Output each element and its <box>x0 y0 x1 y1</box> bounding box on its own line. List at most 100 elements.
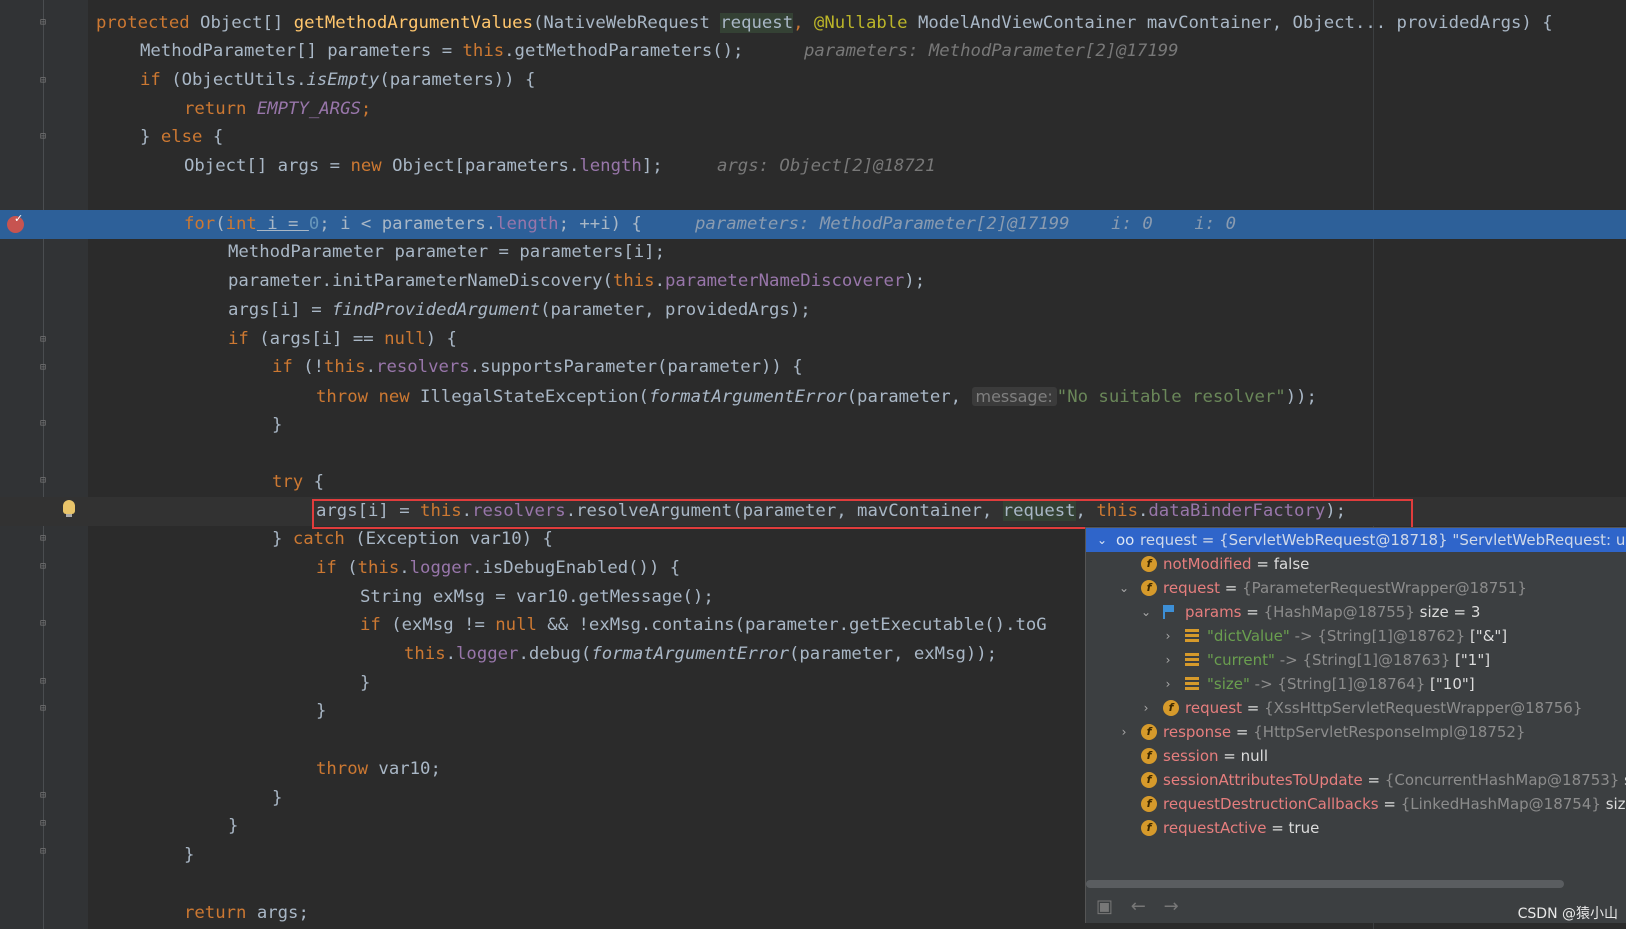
var-extra: ["1"] <box>1450 651 1491 669</box>
keyword: for <box>184 214 216 234</box>
keyword: null <box>495 615 537 635</box>
var-extra: size = 3 <box>1414 603 1481 621</box>
chevron-right-icon[interactable]: › <box>1162 672 1174 696</box>
popup-footer: ▣ ← → <box>1096 896 1179 917</box>
keyword: if <box>360 615 381 635</box>
tree-row[interactable]: › "size" -> {String[1]@18764} ["10"] <box>1086 672 1626 696</box>
code-line[interactable]: args[i] = findProvidedArgument(parameter… <box>0 296 1626 325</box>
code-text: } <box>272 788 283 808</box>
code-line[interactable]: MethodParameter[] parameters = this.getM… <box>0 37 1626 66</box>
tree-row[interactable]: › "current" -> {String[1]@18763} ["1"] <box>1086 648 1626 672</box>
code-line[interactable]: parameter.initParameterNameDiscovery(thi… <box>0 267 1626 296</box>
field: logger <box>456 644 519 664</box>
chevron-right-icon[interactable]: › <box>1140 696 1152 720</box>
code-line[interactable]: Object[] args = new Object[parameters.le… <box>0 152 1626 181</box>
code-text: { <box>303 472 325 492</box>
code-text: args; <box>246 903 309 923</box>
code-line[interactable]: try { <box>0 468 1626 497</box>
code-line[interactable]: } else { <box>0 123 1626 152</box>
breakpoint-icon[interactable]: ✓ <box>7 212 24 233</box>
chevron-down-icon[interactable]: ⌄ <box>1096 528 1108 552</box>
field: length <box>496 214 559 234</box>
code-line[interactable]: } <box>0 411 1626 440</box>
tree-row[interactable]: f requestActive = true <box>1086 816 1626 840</box>
var-value: {String[1]@18764} <box>1277 675 1426 693</box>
method-name: formatArgumentError <box>591 644 789 664</box>
keyword: if <box>140 70 161 90</box>
code-text: (args[i] == <box>248 329 385 349</box>
code-text: i = <box>256 214 309 234</box>
var-name: session <box>1163 747 1219 765</box>
keyword: new <box>350 156 382 176</box>
inline-debug-hint: parameters: MethodParameter[2]@17199 i: … <box>695 214 1237 234</box>
tree-row[interactable]: › f response = {HttpServletResponseImpl@18… <box>1086 720 1626 744</box>
code-text: ModelAndViewContainer mavContainer, Obje… <box>907 13 1553 33</box>
chevron-down-icon[interactable]: ⌄ <box>1140 600 1152 624</box>
var-value: false <box>1273 555 1310 573</box>
map-entry-icon <box>1185 629 1199 643</box>
var-value: {XssHttpServletRequestWrapper@18756} <box>1264 699 1583 717</box>
var-name: params <box>1185 603 1242 621</box>
map-key: "current" <box>1207 651 1275 669</box>
number: 0 <box>308 214 320 234</box>
code-line[interactable]: if (ObjectUtils.isEmpty(parameters)) { <box>0 66 1626 95</box>
equals: = <box>1362 771 1385 789</box>
code-line[interactable]: if (args[i] == null) { <box>0 325 1626 354</box>
debug-value-popup[interactable]: ⌄ oo request = {ServletWebRequest@18718} "… <box>1085 527 1626 923</box>
code-text: } <box>140 127 161 147</box>
chevron-right-icon[interactable]: › <box>1162 624 1174 648</box>
code-text: IllegalStateException( <box>409 387 649 407</box>
tree-row[interactable]: f session = null <box>1086 744 1626 768</box>
code-line[interactable]: protected Object[] getMethodArgumentValu… <box>0 9 1626 38</box>
equals: = <box>1251 555 1274 573</box>
tree-row[interactable]: f sessionAttributesToUpdate = {Concurrent… <box>1086 768 1626 792</box>
code-line[interactable]: return EMPTY_ARGS; <box>0 95 1626 124</box>
lightbulb-icon[interactable] <box>63 500 75 517</box>
chevron-down-icon[interactable]: ⌄ <box>1118 576 1130 600</box>
var-extra: ["&"] <box>1465 627 1508 645</box>
tree-row[interactable]: f notModified = false <box>1086 552 1626 576</box>
code-line[interactable]: throw new IllegalStateException(formatAr… <box>0 382 1626 411</box>
horizontal-scrollbar[interactable] <box>1086 880 1564 888</box>
chevron-right-icon[interactable]: › <box>1118 720 1130 744</box>
code-line[interactable]: MethodParameter parameter = parameters[i… <box>0 238 1626 267</box>
var-value: {ParameterRequestWrapper@18751} <box>1242 579 1527 597</box>
tree-row[interactable]: › "dictValue" -> {String[1]@18762} ["&"] <box>1086 624 1626 648</box>
equals: = <box>1197 531 1220 549</box>
code-text: ; <box>360 99 372 119</box>
code-text: ; ++i) { <box>558 214 642 234</box>
code-line[interactable]: if (!this.resolvers.supportsParameter(pa… <box>0 353 1626 382</box>
map-entry-icon <box>1185 677 1199 691</box>
popup-icon[interactable]: ▣ <box>1096 896 1113 917</box>
code-text: } <box>272 415 283 435</box>
method-name: formatArgumentError <box>648 387 847 407</box>
tree-row[interactable]: f requestDestructionCallbacks = {LinkedHa… <box>1086 792 1626 816</box>
back-arrow-icon[interactable]: ← <box>1131 896 1146 917</box>
tree-row[interactable]: ⌄ oo request = {ServletWebRequest@18718} "… <box>1086 528 1626 552</box>
equals: = <box>1241 603 1264 621</box>
keyword: this <box>357 558 400 578</box>
code-text: (! <box>292 357 325 377</box>
code-text: } <box>272 529 293 549</box>
current-execution-line[interactable]: for(int i = 0; i < parameters.length; ++… <box>0 210 1626 239</box>
tree-row[interactable]: ⌄ f request = {ParameterRequestWrapper@187… <box>1086 576 1626 600</box>
keyword: try <box>272 472 304 492</box>
var-extra: siz <box>1619 771 1626 789</box>
var-value: {LinkedHashMap@18754} <box>1400 795 1601 813</box>
keyword: if <box>228 329 249 349</box>
tree-row[interactable]: ⌄ params = {HashMap@18755} size = 3 <box>1086 600 1626 624</box>
tree-row[interactable]: › f request = {XssHttpServletRequestWrappe… <box>1086 696 1626 720</box>
code-text: (ObjectUtils. <box>160 70 307 90</box>
code-text: ( <box>215 214 226 234</box>
code-text: ); <box>904 271 926 291</box>
field: parameterNameDiscoverer <box>665 271 905 291</box>
equals: = <box>1231 723 1254 741</box>
code-text: MethodParameter parameter = parameters[i… <box>228 242 665 262</box>
field-icon: f <box>1141 748 1157 764</box>
code-text: } <box>228 816 239 836</box>
forward-arrow-icon[interactable]: → <box>1164 896 1179 917</box>
chevron-right-icon[interactable]: › <box>1162 648 1174 672</box>
code-text: (Exception var10) { <box>344 529 553 549</box>
code-text: . <box>399 558 410 578</box>
arrow: -> <box>1289 627 1318 645</box>
